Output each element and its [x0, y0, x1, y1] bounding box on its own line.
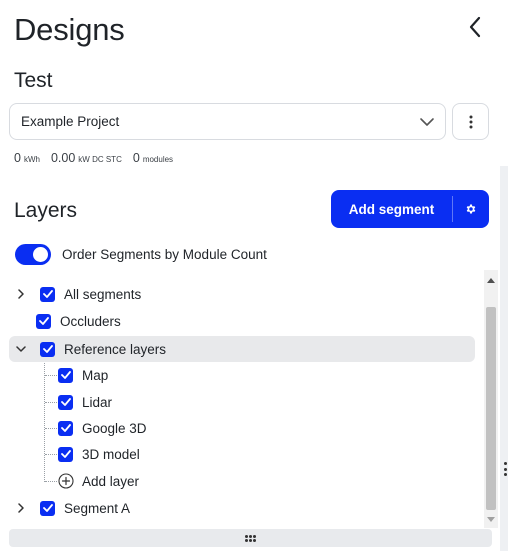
toggle-knob [33, 247, 48, 262]
order-segments-label: Order Segments by Module Count [62, 247, 267, 262]
project-select[interactable]: Example Project [9, 103, 446, 140]
vertical-dots-icon [469, 115, 472, 128]
check-icon [60, 398, 71, 406]
checkbox-3d-model[interactable] [58, 446, 73, 462]
layers-tree: All segments Occluders Reference layers … [9, 270, 482, 528]
layers-heading: Layers [14, 199, 78, 222]
chevron-right-icon[interactable] [13, 500, 29, 516]
checkbox-occluders[interactable] [36, 313, 51, 329]
chevron-down-icon[interactable] [13, 341, 29, 357]
checkbox-google-3d[interactable] [58, 420, 73, 436]
checkbox-all-segments[interactable] [40, 286, 55, 302]
check-icon [42, 345, 53, 353]
tree-item-reference-layers[interactable]: Reference layers [9, 336, 475, 362]
check-icon [60, 450, 71, 458]
tree-item-label: Segment A [64, 500, 131, 516]
stat-power-value: 0.00 [50, 151, 76, 165]
chevron-down-icon [420, 118, 434, 126]
tree-item-google-3d[interactable]: Google 3D [9, 415, 475, 441]
side-resize-handle[interactable] [502, 462, 508, 476]
checkbox-segment-a[interactable] [40, 500, 55, 516]
checkbox-map[interactable] [58, 367, 73, 383]
chevron-left-icon [469, 16, 481, 38]
tree-item-map[interactable]: Map [9, 362, 475, 388]
tree-item-label: Occluders [60, 313, 121, 329]
check-icon [42, 290, 53, 298]
design-name: Test [14, 69, 53, 92]
scrollbar-thumb[interactable] [486, 307, 496, 510]
stat-modules-value: 0 [132, 151, 140, 165]
tree-item-occluders[interactable]: Occluders [9, 308, 475, 334]
add-layer-button[interactable]: Add layer [9, 468, 475, 494]
tree-item-label: Reference layers [64, 341, 167, 357]
panel-resize-handle[interactable] [9, 529, 492, 547]
back-button[interactable] [462, 14, 488, 40]
check-icon [60, 424, 71, 432]
order-segments-toggle[interactable] [15, 244, 51, 265]
tree-item-label: 3D model [82, 446, 140, 462]
plus-circle-icon [58, 473, 74, 489]
page-title: Designs [14, 12, 125, 47]
add-segment-split-button: Add segment [331, 190, 489, 228]
tree-item-label: Map [82, 367, 109, 383]
tree-item-label: All segments [64, 286, 142, 302]
checkbox-reference-layers[interactable] [40, 341, 55, 357]
add-layer-label: Add layer [82, 473, 140, 489]
checkbox-lidar[interactable] [58, 394, 73, 410]
check-icon [42, 504, 53, 512]
side-panel-edge [500, 166, 508, 551]
design-stats: 0 kWh 0.00 kW DC STC 0 modules [14, 151, 173, 165]
scroll-down-arrow[interactable] [487, 515, 495, 523]
stat-modules-unit: modules [142, 155, 174, 164]
stat-energy-unit: kWh [23, 155, 40, 164]
stat-power-unit: kW DC STC [78, 155, 122, 164]
tree-item-all-segments[interactable]: All segments [9, 281, 475, 307]
tree-item-lidar[interactable]: Lidar [9, 389, 475, 415]
add-segment-button[interactable]: Add segment [331, 190, 452, 228]
layers-scrollbar[interactable] [484, 270, 498, 528]
tree-item-3d-model[interactable]: 3D model [9, 441, 475, 467]
tree-item-segment-a[interactable]: Segment A [9, 495, 475, 521]
tree-item-label: Google 3D [82, 420, 147, 436]
stat-power: 0.00 kW DC STC [51, 151, 122, 165]
chevron-right-icon[interactable] [13, 286, 29, 302]
segment-settings-button[interactable] [453, 190, 489, 228]
order-segments-toggle-row: Order Segments by Module Count [15, 244, 267, 265]
gear-icon [466, 204, 476, 214]
tree-item-label: Lidar [82, 394, 113, 410]
more-options-button[interactable] [452, 103, 489, 140]
scroll-up-arrow[interactable] [487, 276, 495, 284]
stat-energy: 0 kWh [14, 151, 40, 165]
project-select-value: Example Project [21, 114, 120, 129]
stat-modules: 0 modules [133, 151, 173, 165]
check-icon [60, 371, 71, 379]
stat-energy-value: 0 [14, 151, 21, 165]
check-icon [38, 317, 49, 325]
drag-handle-icon [245, 534, 256, 542]
